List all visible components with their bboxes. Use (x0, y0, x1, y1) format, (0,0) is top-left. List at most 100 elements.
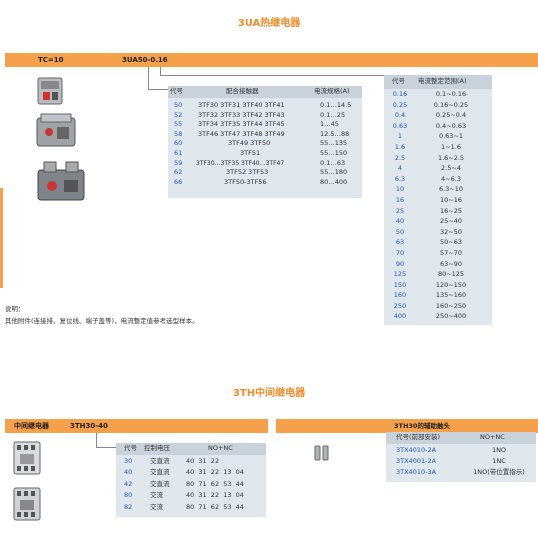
row-code: 3TX4010-3A (396, 468, 437, 476)
table-row: 1 0.63~1 (384, 132, 492, 143)
aux-title: 3TH30的辅助触头 (394, 422, 450, 430)
table-row: 82 交流 80 71 62 53 44 (116, 503, 266, 514)
row-range: 135~160 (435, 291, 467, 300)
table-row: 58 3TF46 3TF47 3TF48 3TF49 12.5…88 (168, 130, 362, 140)
table-row: 80 交流 40 31 22 13 04 (116, 491, 266, 502)
table-row: 2.5 1.6~2.5 (384, 154, 492, 165)
header-code: 代号 (392, 77, 405, 85)
row-range: 0.1…25 (320, 110, 346, 119)
row-code: 63 (395, 238, 405, 247)
row-nonc: 40 31 22 13 04 (186, 491, 244, 500)
row-code: 150 (393, 280, 407, 289)
row-code: 400 (393, 312, 407, 321)
row-contactors: 3TF46 3TF47 3TF48 3TF49 (198, 129, 285, 138)
row-code: 30 (124, 457, 133, 465)
row-range: 63~90 (440, 259, 462, 268)
table-row: 10 6.3~10 (384, 185, 492, 196)
table-row: 50 32~50 (384, 228, 492, 239)
row-contactors: 3TF34 3TF35 3TF44 3TF45 (198, 120, 285, 129)
row-range: 12.5…88 (320, 129, 350, 138)
table-row: 3TX4010-2A 1NO (386, 446, 536, 457)
row-code: 42 (124, 479, 133, 488)
contactor-table: 代号 配合接触器 电流规格(A) 50 3TF30 3TF31 3TF40 3T… (168, 86, 362, 198)
product-image-3th-a (12, 440, 42, 476)
row-voltage: 交流 (150, 491, 163, 500)
row-voltage: 交流 (150, 502, 163, 511)
row-code: 2.5 (394, 153, 406, 162)
bar-model-3th: 3TH30-40 (70, 422, 108, 430)
table-row: 40 交直流 40 31 22 13 04 (116, 468, 266, 479)
row-range: 0.1~0.16 (435, 90, 467, 98)
row-code: 90 (395, 259, 405, 268)
row-range: 55…135 (320, 139, 348, 148)
row-code: 55 (174, 120, 183, 129)
row-code: 52 (174, 110, 183, 119)
header-current-spec: 电流规格(A) (314, 87, 350, 95)
row-code: 3TX4001-2A (396, 457, 437, 465)
table-row: 0.63 0.4~0.63 (384, 122, 492, 133)
table-row: 59 3TF30…3TF35 3TF40…3TF47 0.1…63 (168, 159, 362, 169)
row-code: 160 (393, 291, 407, 300)
row-contactors: 3TF50-3TF56 (224, 177, 267, 186)
table-row: 60 3TF49 3TF50 55…135 (168, 139, 362, 149)
row-range: 0.4~0.63 (435, 121, 467, 130)
row-code: 0.16 (392, 90, 408, 98)
row-range: 0.63~1 (438, 132, 464, 141)
row-code: 1 (397, 132, 403, 141)
product-image-relay-large (36, 160, 86, 204)
table-row: 30 交直流 40 31 22 (116, 457, 266, 468)
table-row: 25 16~25 (384, 207, 492, 218)
product-image-relay-small (35, 74, 65, 106)
bar-label-relay: 中间继电器 (14, 422, 49, 430)
product-image-3th-b (12, 486, 42, 522)
row-range: 32~50 (440, 227, 462, 236)
table-row: 3TX4010-3A 1NO(带位置指示) (386, 468, 536, 479)
row-range: 6.3~10 (438, 185, 464, 194)
row-code: 0.25 (392, 100, 408, 109)
row-code: 125 (393, 270, 407, 279)
row-range: 80…400 (320, 177, 348, 186)
row-contactors: 3TF49 3TF50 (228, 139, 271, 148)
table-row: 52 3TF32 3TF33 3TF42 3TF43 0.1…25 (168, 111, 362, 121)
row-code: 6.3 (394, 174, 406, 183)
table-row: 42 交直流 80 71 62 53 44 (116, 480, 266, 491)
header-contactor: 配合接触器 (226, 87, 259, 95)
table-row: 40 25~40 (384, 217, 492, 228)
row-code: 80 (124, 491, 133, 500)
row-range: 0.16~0.25 (433, 100, 469, 109)
current-range-rows: 0.16 0.1~0.16 0.25 0.16~0.25 0.4 0.25~0.4 0.63… (384, 90, 492, 323)
relay-table-header (116, 443, 266, 455)
table-row: 63 50~63 (384, 238, 492, 249)
row-range: 1…45 (320, 120, 339, 129)
row-range: 55…150 (320, 148, 348, 157)
row-code: 16 (395, 195, 405, 204)
row-code: 1.6 (394, 142, 406, 151)
row-contactors: 3TF30…3TF35 3TF40…3TF47 (196, 159, 285, 167)
row-nonc: 1NC (492, 457, 506, 465)
row-code: 61 (174, 148, 183, 157)
row-range: 250~400 (435, 312, 467, 321)
table-row: 400 250~400 (384, 312, 492, 323)
header-voltage: 控制电压 (144, 444, 170, 452)
page-edge-marker (0, 188, 3, 288)
table-row: 160 135~160 (384, 291, 492, 302)
row-nonc: 80 71 62 53 44 (186, 479, 244, 488)
pointer-line-current (160, 67, 387, 76)
table-row: 61 3TF51 55…150 (168, 149, 362, 159)
note-title: 说明： (5, 305, 25, 313)
row-code: 40 (395, 217, 405, 226)
row-range: 1~1.6 (441, 142, 461, 151)
table-row: 90 63~90 (384, 260, 492, 271)
row-code: 3TX4010-2A (396, 446, 437, 454)
table-row: 3TX4001-2A 1NC (386, 457, 536, 468)
row-code: 62 (174, 168, 183, 177)
row-code: 50 (395, 227, 405, 236)
row-voltage: 交直流 (150, 479, 170, 488)
row-code: 4 (397, 164, 403, 173)
row-range: 57~70 (440, 248, 462, 257)
row-range: 0.25~0.4 (435, 111, 467, 120)
product-image-relay-medium (35, 112, 77, 150)
row-nonc: 80 71 62 53 44 (186, 502, 244, 511)
row-code: 60 (174, 139, 183, 148)
note-body: 其他附件(连接排、复位线、端子盖等)，电流整定值参考选型样本。 (5, 317, 199, 325)
